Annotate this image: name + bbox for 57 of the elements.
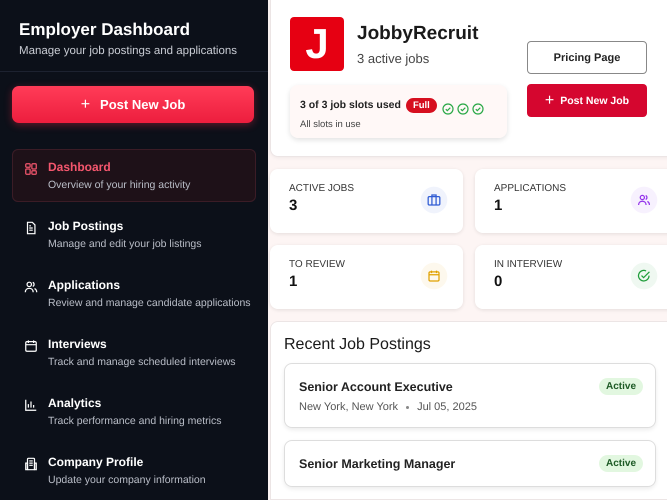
nav-description: Track performance and hiring metrics (48, 415, 222, 427)
slots-note: All slots in use (300, 119, 362, 130)
check-icon (629, 261, 659, 291)
nav-label: Applications (48, 278, 122, 292)
briefcase-icon (419, 185, 449, 215)
full-badge: Full (406, 98, 437, 112)
company-logo: J (290, 17, 344, 71)
active-jobs-count: 3 active jobs (357, 50, 430, 66)
calendar-icon (24, 339, 38, 353)
nav-label: Job Postings (48, 219, 124, 233)
status-badge: Active (598, 378, 643, 395)
stat-value: 1 (289, 273, 298, 290)
nav-item[interactable]: Job Postings Manage and edit your job listings (12, 208, 256, 261)
pricing-page-button[interactable]: Pricing Page (527, 41, 647, 74)
nav-item[interactable]: Company Profile Update your company information (12, 444, 256, 497)
nav-description: Manage and edit your job listings (48, 238, 202, 250)
status-badge: Active (598, 455, 643, 472)
nav-item[interactable]: Interviews Track and manage scheduled interviews (12, 326, 256, 379)
nav-description: Overview of your hiring activity (48, 179, 190, 191)
slots-used-text: 3 of 3 job slots used (300, 99, 401, 111)
job-date: Jul 05, 2025 (417, 401, 477, 413)
sidebar-title: Employer Dashboard (19, 20, 191, 40)
nav-description: Review and manage candidate applications (48, 297, 251, 309)
building-icon (24, 457, 38, 471)
users-icon (24, 280, 38, 294)
job-title: Senior Marketing Manager (299, 456, 456, 470)
dashboard-icon (24, 162, 38, 176)
stat-value: 3 (289, 197, 298, 214)
nav-label: Analytics (48, 396, 102, 410)
job-title: Senior Account Executive (299, 380, 453, 394)
section-title: Recent Job Postings (284, 336, 432, 354)
nav-label: Interviews (48, 337, 108, 351)
job-card[interactable]: Senior Account Executive Active New York, New York Jul 05, 2025 (284, 363, 656, 428)
document-icon (24, 221, 38, 235)
job-location: New York, New York (299, 401, 398, 413)
nav-item[interactable]: Analytics Track performance and hiring metrics (12, 385, 256, 438)
separator-dot (406, 406, 410, 408)
company-name: JobbyRecruit (357, 22, 478, 44)
sidebar-subtitle: Manage your job postings and applications (19, 45, 238, 57)
nav-description: Update your company information (48, 474, 206, 486)
chart-icon (24, 398, 38, 412)
stat-label: IN INTERVIEW (494, 259, 562, 270)
post-job-button[interactable]: + Post New Job (527, 84, 647, 117)
users-icon (629, 185, 659, 215)
stat-value: 1 (494, 197, 504, 214)
post-job-button[interactable]: + Post New Job (12, 86, 254, 123)
nav-label: Company Profile (48, 455, 144, 469)
stat-label: TO REVIEW (289, 259, 345, 270)
stat-label: APPLICATIONS (494, 183, 566, 194)
nav-label: Dashboard (48, 160, 112, 174)
nav-description: Track and manage scheduled interviews (48, 356, 236, 368)
nav-item[interactable]: Applications Review and manage candidate applications (12, 267, 256, 320)
job-card[interactable]: Senior Marketing Manager Active (284, 440, 656, 487)
calendar-icon (419, 261, 449, 291)
nav-item[interactable]: Dashboard Overview of your hiring activity (12, 149, 256, 202)
stat-value: 0 (494, 273, 504, 290)
stat-label: ACTIVE JOBS (289, 183, 354, 194)
